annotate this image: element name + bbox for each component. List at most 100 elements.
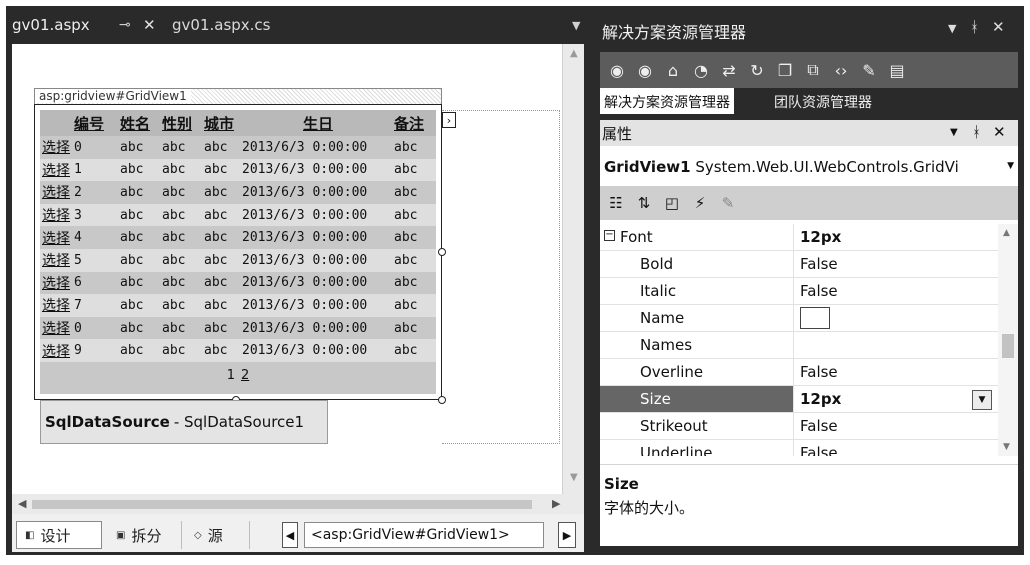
scroll-thumb[interactable]: [32, 500, 532, 509]
cell-birthday: 2013/6/3 0:00:00: [242, 320, 368, 336]
smart-tag-expand-icon[interactable]: ›: [442, 112, 456, 128]
gridview[interactable]: 编号 姓名 性别 城市 生日 备注 选择 0 abc abc abc 2013/6/3 0…: [40, 110, 436, 394]
solution-explorer-title: 解决方案资源管理器: [602, 23, 747, 42]
tab-gv01-aspx-cs[interactable]: gv01.aspx.cs: [172, 16, 271, 34]
property-value-input[interactable]: 12px: [794, 390, 841, 408]
grid-header-note[interactable]: 备注: [394, 113, 434, 134]
select-link[interactable]: 选择: [40, 228, 74, 248]
source-view-button[interactable]: ◇ 源: [188, 521, 250, 549]
close-icon[interactable]: ✕: [992, 18, 1005, 36]
pin-icon[interactable]: ᚼ: [972, 123, 981, 141]
cell-id: 4: [74, 230, 82, 246]
dropdown-arrow-icon[interactable]: ▼: [972, 390, 992, 410]
cell-id: 9: [74, 343, 82, 359]
scroll-right-arrow-icon[interactable]: ▶: [552, 497, 560, 510]
select-link[interactable]: 选择: [40, 205, 74, 225]
breadcrumb-next-icon[interactable]: ▶: [558, 522, 576, 548]
tag-breadcrumb[interactable]: <asp:GridView#GridView1>: [304, 522, 544, 548]
view-designer-icon[interactable]: ▤: [886, 61, 908, 80]
pin-icon[interactable]: ⊸: [119, 17, 131, 33]
select-link[interactable]: 选择: [40, 295, 74, 315]
refresh-icon[interactable]: ↻: [746, 61, 768, 80]
property-row-italic[interactable]: Italic False: [600, 278, 998, 305]
select-link[interactable]: 选择: [40, 318, 74, 338]
select-link[interactable]: 选择: [40, 273, 74, 293]
cell-birthday: 2013/6/3 0:00:00: [242, 297, 368, 313]
view-code-icon[interactable]: ‹›: [830, 61, 852, 80]
breadcrumb-label: <asp:GridView#GridView1>: [311, 527, 510, 543]
scroll-up-arrow-icon[interactable]: ▲: [1003, 228, 1010, 238]
scroll-down-arrow-icon[interactable]: ▼: [570, 472, 578, 483]
scroll-down-arrow-icon[interactable]: ▼: [1003, 442, 1010, 452]
table-row: 选择 3 abc abc abc 2013/6/3 0:00:00 abc: [40, 203, 436, 227]
property-value[interactable]: False: [794, 363, 838, 381]
property-row-size[interactable]: Size 12px ▼: [600, 386, 998, 413]
grid-header-name[interactable]: 姓名: [120, 113, 162, 134]
close-icon[interactable]: ✕: [143, 16, 156, 34]
breadcrumb-prev-icon[interactable]: ◀: [282, 522, 298, 548]
property-value[interactable]: False: [794, 444, 838, 456]
tab-team-explorer[interactable]: 团队资源管理器: [774, 92, 872, 112]
scroll-left-arrow-icon[interactable]: ◀: [18, 497, 26, 510]
select-link[interactable]: 选择: [40, 341, 74, 361]
resize-handle-corner[interactable]: [438, 396, 446, 404]
property-category-font[interactable]: − Font 12px: [600, 224, 998, 251]
grid-header-sex[interactable]: 性别: [162, 113, 204, 134]
font-name-swatch[interactable]: [800, 307, 830, 329]
property-row-overline[interactable]: Overline False: [600, 359, 998, 386]
close-icon[interactable]: ✕: [993, 123, 1006, 141]
property-grid-scrollbar[interactable]: ▲ ▼: [998, 224, 1018, 456]
back-icon[interactable]: ◉: [606, 61, 628, 80]
property-value[interactable]: 12px: [794, 228, 841, 246]
properties-icon[interactable]: ◰: [662, 194, 682, 212]
design-horizontal-scrollbar[interactable]: ◀ ▶: [12, 494, 584, 514]
split-view-button[interactable]: ▣ 拆分: [110, 521, 182, 549]
window-position-dropdown-icon[interactable]: ▼: [950, 127, 958, 138]
tab-solution-explorer[interactable]: 解决方案资源管理器: [600, 88, 734, 114]
home-icon[interactable]: ⌂: [662, 61, 684, 80]
collapse-all-icon[interactable]: ❐: [774, 61, 796, 80]
collapse-icon[interactable]: −: [604, 230, 615, 241]
property-name: Font: [600, 224, 794, 250]
select-link[interactable]: 选择: [40, 250, 74, 270]
property-row-names[interactable]: Names: [600, 332, 998, 359]
window-position-dropdown-icon[interactable]: ▼: [948, 22, 956, 35]
design-vertical-scrollbar[interactable]: ▲ ▼: [562, 44, 584, 494]
property-value[interactable]: False: [794, 417, 838, 435]
property-row-strikeout[interactable]: Strikeout False: [600, 413, 998, 440]
scroll-up-arrow-icon[interactable]: ▲: [570, 48, 578, 59]
pending-changes-icon[interactable]: ◔: [690, 61, 712, 80]
properties-wrench-icon[interactable]: ✎: [858, 61, 880, 80]
sync-icon[interactable]: ⇄: [718, 61, 740, 80]
pin-icon[interactable]: ᚼ: [970, 18, 979, 36]
select-link[interactable]: 选择: [40, 160, 74, 180]
grid-header-city[interactable]: 城市: [204, 113, 242, 134]
gridview-smart-tag[interactable]: asp:gridview#GridView1: [34, 88, 442, 104]
show-all-files-icon[interactable]: ⧉: [802, 60, 824, 80]
design-surface[interactable]: asp:gridview#GridView1 编号 姓名 性别 城市 生日 备注…: [12, 44, 562, 494]
property-row-bold[interactable]: Bold False: [600, 251, 998, 278]
tab-gv01-aspx[interactable]: gv01.aspx: [12, 16, 90, 34]
alphabetical-icon[interactable]: ⇅: [634, 194, 654, 212]
property-row-underline[interactable]: Underline False: [600, 440, 998, 456]
scroll-thumb[interactable]: [1002, 334, 1014, 358]
forward-icon[interactable]: ◉: [634, 61, 656, 80]
object-selector-dropdown[interactable]: GridView1 System.Web.UI.WebControls.Grid…: [600, 150, 1018, 184]
dropdown-arrow-icon[interactable]: ▼: [1007, 161, 1014, 171]
property-value[interactable]: False: [794, 282, 838, 300]
events-icon[interactable]: ⚡: [690, 194, 710, 212]
select-link[interactable]: 选择: [40, 137, 74, 157]
grid-header-birthday[interactable]: 生日: [242, 113, 394, 134]
design-view-button[interactable]: ◧ 设计: [16, 521, 102, 549]
tab-overflow-dropdown-icon[interactable]: ▼: [572, 19, 580, 32]
property-row-name[interactable]: Name: [600, 305, 998, 332]
grid-header-id[interactable]: 编号: [74, 113, 120, 134]
sqldatasource-control[interactable]: SqlDataSource - SqlDataSource1: [40, 400, 328, 444]
property-pages-icon[interactable]: ✎: [718, 194, 738, 212]
property-value[interactable]: False: [794, 255, 838, 273]
select-link[interactable]: 选择: [40, 182, 74, 202]
categorized-icon[interactable]: ☷: [606, 194, 626, 212]
pager-page-2[interactable]: 2: [241, 368, 249, 383]
header-label: 城市: [204, 114, 235, 133]
resize-handle-right[interactable]: [438, 248, 446, 256]
